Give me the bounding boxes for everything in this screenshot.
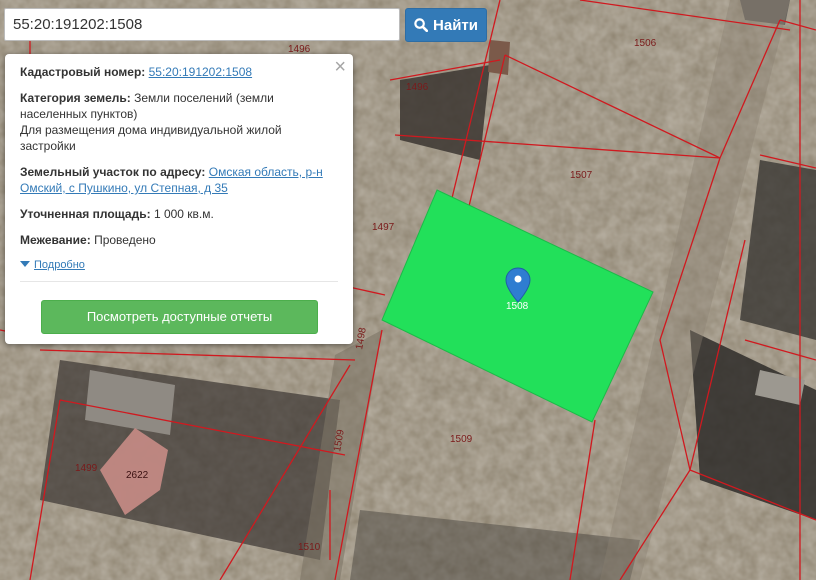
close-icon[interactable]: × <box>334 56 346 78</box>
cadastral-number-link[interactable]: 55:20:191202:1508 <box>149 65 252 79</box>
address-row: Земельный участок по адресу: Омская обла… <box>20 164 338 196</box>
cadastral-row: Кадастровый номер: 55:20:191202:1508 <box>20 64 338 80</box>
divider <box>20 281 338 282</box>
address-label: Земельный участок по адресу: <box>20 165 206 179</box>
plot-label: 1497 <box>372 222 395 233</box>
address-link-cont[interactable]: Омский, с Пушкино, ул Степная, д 35 <box>20 181 228 195</box>
plot-label: 1499 <box>75 463 98 474</box>
category-row: Категория земель: Земли поселений (земли… <box>20 90 338 154</box>
plot-label: 1506 <box>634 38 657 49</box>
survey-value: Проведено <box>94 233 156 247</box>
details-link[interactable]: Подробно <box>34 259 85 271</box>
area-label: Уточненная площадь: <box>20 207 151 221</box>
view-reports-button[interactable]: Посмотреть доступные отчеты <box>41 300 318 334</box>
plot-label: 1507 <box>570 170 593 181</box>
plot-label: 1510 <box>298 542 321 553</box>
usage-text: Для размещения дома индивидуальной жилой <box>20 123 282 137</box>
search-input[interactable] <box>4 8 400 41</box>
category-value: Земли поселений (земли <box>134 91 274 105</box>
search-icon <box>414 18 429 32</box>
caret-down-icon <box>20 261 30 267</box>
plot-label: 1508 <box>506 301 529 312</box>
usage-text-cont: застройки <box>20 139 76 153</box>
building-roof <box>488 40 510 75</box>
survey-label: Межевание: <box>20 233 91 247</box>
area-value: 1 000 кв.м. <box>153 207 214 221</box>
address-link[interactable]: Омская область, р-н <box>209 165 323 179</box>
cadastral-label: Кадастровый номер: <box>20 65 146 79</box>
plot-label: 1496 <box>406 82 429 93</box>
find-button-label: Найти <box>433 16 478 34</box>
plot-label: 2622 <box>126 470 149 481</box>
plot-label: 1509 <box>450 434 473 445</box>
category-value-cont: населенных пунктов) <box>20 107 138 121</box>
area-row: Уточненная площадь: 1 000 кв.м. <box>20 206 338 222</box>
details-toggle[interactable]: Подробно <box>20 257 338 273</box>
category-label: Категория земель: <box>20 91 131 105</box>
survey-row: Межевание: Проведено <box>20 232 338 248</box>
find-button[interactable]: Найти <box>405 8 487 42</box>
parcel-info-popup: × Кадастровый номер: 55:20:191202:1508 К… <box>5 54 353 344</box>
